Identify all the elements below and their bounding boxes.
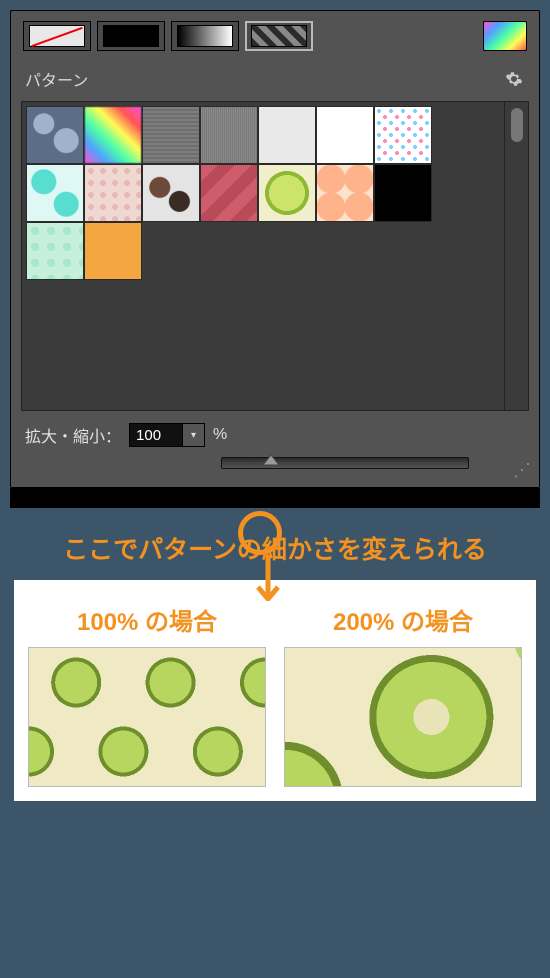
- pattern-swatch[interactable]: [258, 106, 316, 164]
- fill-type-solid[interactable]: [97, 21, 165, 51]
- pattern-swatch[interactable]: [316, 164, 374, 222]
- scale-row: 拡大・縮小： 100 ▾ %: [11, 415, 539, 447]
- scale-dropdown-button[interactable]: ▾: [183, 423, 205, 447]
- pattern-swatch[interactable]: [374, 106, 432, 164]
- pattern-swatch[interactable]: [84, 164, 142, 222]
- pattern-swatch[interactable]: [258, 164, 316, 222]
- fill-type-toolbar: [11, 11, 539, 61]
- pattern-swatch[interactable]: [200, 164, 258, 222]
- fill-type-none[interactable]: [23, 21, 91, 51]
- section-title: パターン: [25, 67, 88, 91]
- slider-handle-icon: [261, 451, 281, 467]
- examples-panel: 100% の場合 200% の場合: [14, 580, 536, 801]
- scale-unit: %: [213, 426, 227, 444]
- fill-type-gradient[interactable]: [171, 21, 239, 51]
- pattern-panel: パターン: [10, 10, 540, 488]
- pattern-swatch[interactable]: [26, 164, 84, 222]
- example-100-label: 100% の場合: [28, 602, 266, 637]
- pattern-fill-icon: [251, 25, 307, 47]
- fill-type-pattern[interactable]: [245, 21, 313, 51]
- pattern-swatch-grid: [22, 102, 504, 410]
- panel-resize-grip[interactable]: ⋰: [513, 460, 531, 481]
- pattern-swatch[interactable]: [26, 106, 84, 164]
- pattern-swatch-area: [21, 101, 529, 411]
- scale-slider-track[interactable]: [221, 457, 469, 469]
- example-100-image: [28, 647, 266, 787]
- pattern-swatch[interactable]: [84, 106, 142, 164]
- scale-slider-handle[interactable]: [261, 451, 281, 467]
- scrollbar-thumb[interactable]: [511, 108, 523, 142]
- pattern-swatch[interactable]: [84, 222, 142, 280]
- window-edge: [10, 488, 540, 508]
- gradient-fill-icon: [177, 25, 233, 47]
- swatch-scrollbar[interactable]: [504, 102, 528, 410]
- pattern-swatch[interactable]: [374, 164, 432, 222]
- panel-options-button[interactable]: [503, 68, 525, 90]
- scale-value-input[interactable]: 100: [129, 423, 183, 447]
- annotation-caption: ここでパターンの細かさを変えられる: [0, 508, 550, 580]
- solid-fill-icon: [103, 25, 159, 47]
- pattern-swatch[interactable]: [316, 106, 374, 164]
- color-picker-button[interactable]: [483, 21, 527, 51]
- no-fill-icon: [29, 25, 85, 47]
- pattern-swatch[interactable]: [142, 164, 200, 222]
- pattern-swatch[interactable]: [200, 106, 258, 164]
- example-200-image: [284, 647, 522, 787]
- pattern-swatch[interactable]: [142, 106, 200, 164]
- pattern-swatch[interactable]: [26, 222, 84, 280]
- scale-label: 拡大・縮小：: [25, 423, 121, 447]
- example-200-label: 200% の場合: [284, 602, 522, 637]
- gear-icon: [505, 70, 523, 88]
